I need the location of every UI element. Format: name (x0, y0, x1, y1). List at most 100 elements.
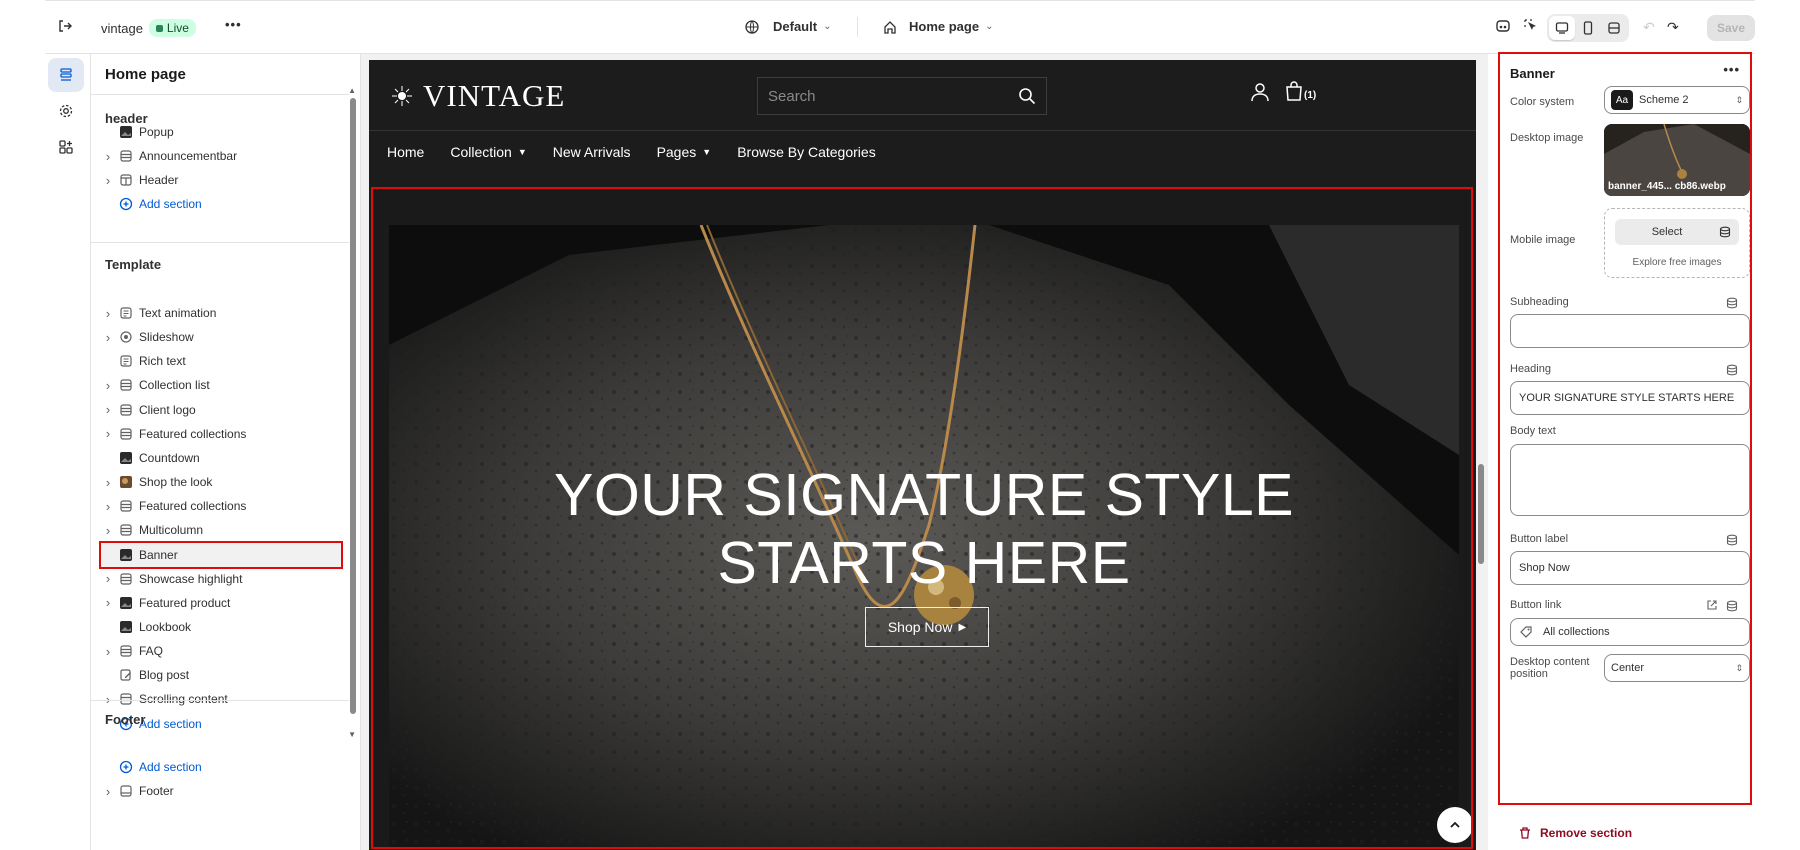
shopping-bag-icon (1286, 81, 1302, 101)
store-nav-new-arrivals[interactable]: New Arrivals (553, 144, 631, 160)
remove-section-button[interactable]: Remove section (1518, 826, 1632, 840)
external-link-icon[interactable] (1706, 599, 1718, 611)
tree-item-collection-list[interactable]: › Collection list (101, 373, 341, 397)
heading-input[interactable]: YOUR SIGNATURE STYLE STARTS HERE (1510, 381, 1750, 415)
tree-item-label: Text animation (139, 306, 217, 320)
tree-item-slideshow[interactable]: › Slideshow (101, 325, 341, 349)
tree-item-label: Popup (139, 125, 174, 139)
tree-item-blog-post[interactable]: Blog post (101, 663, 341, 687)
store-nav-pages[interactable]: Pages ▼ (657, 144, 712, 160)
chevron-right-icon[interactable]: › (101, 523, 115, 538)
store-nav-collection[interactable]: Collection ▼ (450, 144, 526, 160)
tree-item-featured-collections[interactable]: › Featured collections (101, 422, 341, 446)
dynamic-source-icon[interactable] (1726, 297, 1738, 309)
add-section-button[interactable]: Add section (101, 192, 341, 216)
scroll-up-arrow-icon[interactable]: ▲ (348, 86, 356, 95)
tree-item-featured-collections[interactable]: › Featured collections (101, 494, 341, 518)
desktop-position-select[interactable]: Center ⇕ (1604, 654, 1750, 682)
subheading-label: Subheading (1510, 296, 1569, 308)
button-link-input[interactable]: All collections (1510, 618, 1750, 646)
store-nav-browse-by-categories[interactable]: Browse By Categories (737, 144, 876, 160)
tree-item-shop-the-look[interactable]: › Shop the look (101, 470, 341, 494)
theme-selector[interactable]: Default ⌄ (745, 19, 831, 34)
redo-button[interactable]: ↷ (1667, 19, 1679, 36)
store-search-input[interactable]: Search (757, 77, 1047, 115)
tree-item-lookbook[interactable]: Lookbook (101, 615, 341, 639)
tree-item-label: FAQ (139, 644, 164, 659)
dynamic-source-icon[interactable] (1726, 534, 1738, 546)
page-selector[interactable]: Home page ⌄ (883, 19, 993, 34)
subheading-input[interactable] (1510, 314, 1750, 348)
tree-item-faq[interactable]: › FAQ (101, 639, 341, 663)
user-icon (1251, 83, 1269, 102)
inspector-button[interactable] (1523, 18, 1539, 34)
search-icon (1019, 88, 1036, 105)
undo-button[interactable]: ↶ (1643, 19, 1655, 36)
section-icon (119, 378, 133, 392)
chevron-right-icon[interactable]: › (101, 402, 115, 417)
scroll-to-top-button[interactable] (1437, 807, 1471, 843)
tree-item-featured-product[interactable]: › Featured product (101, 591, 341, 615)
more-options-button[interactable]: ••• (225, 17, 242, 32)
fullwidth-view-button[interactable] (1601, 16, 1627, 40)
tree-item-label: Add section (139, 197, 202, 211)
tree-scrollbar[interactable] (350, 98, 356, 714)
theme-settings-tab[interactable] (48, 94, 84, 128)
exit-button[interactable] (57, 18, 73, 34)
chevron-right-icon[interactable]: › (101, 149, 115, 164)
chevron-right-icon[interactable]: › (101, 571, 115, 586)
shop-now-button[interactable]: Shop Now ▶ (865, 607, 989, 647)
account-button[interactable] (1250, 82, 1270, 102)
add-section-button[interactable]: Add section (101, 755, 341, 779)
store-nav-home[interactable]: Home (387, 144, 424, 160)
chevron-right-icon[interactable]: › (101, 306, 115, 321)
chevron-right-icon[interactable]: › (101, 475, 115, 490)
chevron-right-icon[interactable]: › (101, 378, 115, 393)
store-logo[interactable]: VINTAGE (391, 78, 565, 114)
cart-button[interactable]: (1) (1285, 81, 1316, 101)
scroll-down-arrow-icon[interactable]: ▼ (348, 730, 356, 739)
section-icon (119, 499, 133, 513)
database-icon (1719, 226, 1731, 238)
tree-item-banner[interactable]: Banner (99, 540, 343, 569)
dynamic-source-icon[interactable] (1726, 364, 1738, 376)
chevron-right-icon[interactable]: › (101, 499, 115, 514)
tree-item-showcase-highlight[interactable]: › Showcase highlight (101, 567, 341, 591)
chevron-down-icon: ⌄ (823, 21, 832, 32)
tree-item-rich-text[interactable]: Rich text (101, 349, 341, 373)
dynamic-source-icon[interactable] (1726, 600, 1738, 612)
body-text-input[interactable] (1510, 444, 1750, 516)
color-system-select[interactable]: Aa Scheme 2 ⇕ (1604, 86, 1750, 114)
chevron-right-icon[interactable]: › (101, 330, 115, 345)
caret-down-icon: ▼ (702, 146, 712, 157)
chevron-right-icon[interactable]: › (101, 595, 115, 610)
sections-tab[interactable] (48, 58, 84, 92)
settings-more-button[interactable]: ••• (1723, 62, 1740, 77)
desktop-image-picker[interactable]: banner_445... cb86.webp (1604, 124, 1750, 196)
chevron-right-icon[interactable]: › (101, 644, 115, 659)
tree-item-footer[interactable]: › Footer (101, 779, 341, 803)
desktop-view-button[interactable] (1549, 16, 1575, 40)
tree-item-popup[interactable]: Popup (101, 120, 341, 144)
select-image-button[interactable]: Select (1615, 219, 1739, 245)
app-embeds-tab[interactable] (48, 130, 84, 164)
tree-item-text-animation[interactable]: › Text animation (101, 301, 341, 325)
chevron-right-icon[interactable]: › (101, 784, 115, 799)
canvas-scrollbar[interactable] (1478, 464, 1484, 564)
chevron-right-icon[interactable]: › (101, 173, 115, 188)
tree-item-client-logo[interactable]: › Client logo (101, 398, 341, 422)
explore-free-images-link[interactable]: Explore free images (1605, 257, 1749, 268)
redo-icon: ↷ (1667, 19, 1679, 35)
chevron-right-icon[interactable]: › (101, 426, 115, 441)
tree-item-countdown[interactable]: Countdown (101, 446, 341, 470)
tree-item-label: Slideshow (139, 330, 194, 345)
mobile-view-button[interactable] (1575, 16, 1601, 40)
tree-item-announcementbar[interactable]: › Announcementbar (101, 144, 341, 168)
preview-button[interactable] (1495, 18, 1511, 34)
tree-item-header[interactable]: › Header (101, 168, 341, 192)
tree-item-multicolumn[interactable]: › Multicolumn (101, 518, 341, 542)
tree-item-label: Banner (139, 547, 178, 562)
button-label-input[interactable]: Shop Now (1510, 551, 1750, 585)
banner-section[interactable]: YOUR SIGNATURE STYLE STARTS HERE Shop No… (371, 187, 1473, 849)
save-button[interactable]: Save (1707, 15, 1755, 41)
